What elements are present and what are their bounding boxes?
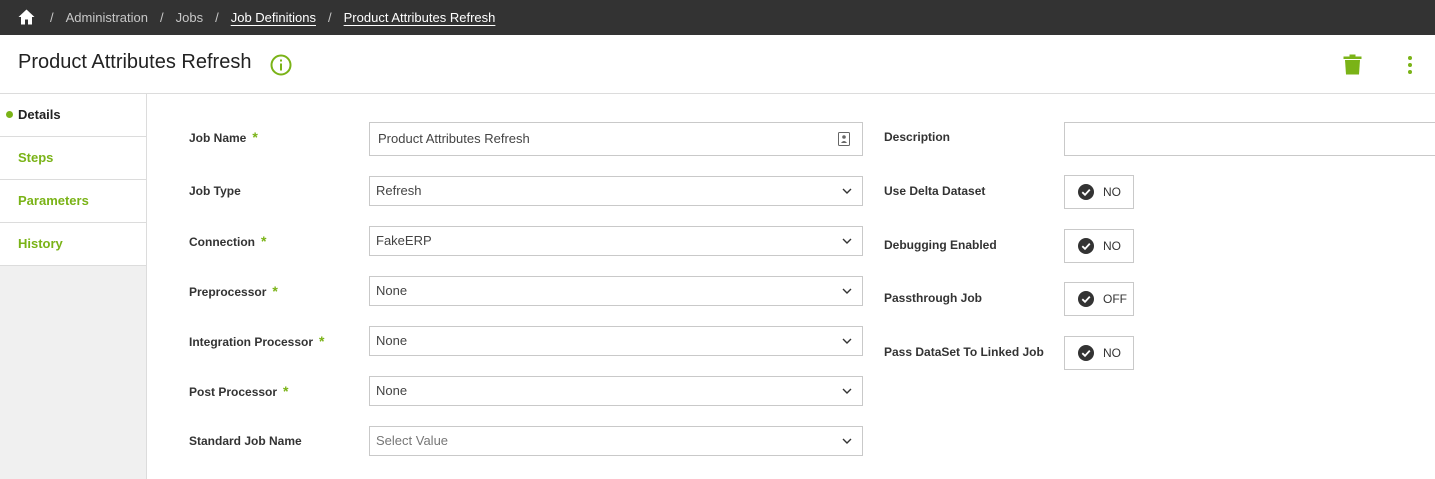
trash-icon[interactable] <box>1343 54 1362 75</box>
toggle-value: NO <box>1103 346 1121 360</box>
description-input[interactable] <box>1064 122 1435 156</box>
check-circle-icon <box>1078 291 1094 307</box>
info-icon[interactable] <box>270 54 292 76</box>
required-mark: * <box>261 233 267 249</box>
contact-card-icon[interactable] <box>838 132 850 146</box>
job-name-value: Product Attributes Refresh <box>378 131 530 146</box>
debugging-enabled-toggle[interactable]: NO <box>1064 229 1134 263</box>
chevron-down-icon <box>842 238 852 244</box>
toggle-value: OFF <box>1103 292 1127 306</box>
sidebar-item-label: Steps <box>18 150 54 165</box>
post-processor-select[interactable]: None <box>369 376 863 406</box>
connection-label: Connection * <box>189 233 266 249</box>
active-indicator-icon <box>6 111 13 118</box>
breadcrumb-separator: / <box>328 10 332 25</box>
required-mark: * <box>252 129 258 145</box>
preprocessor-label-text: Preprocessor <box>189 285 267 299</box>
standard-job-name-select[interactable]: Select Value <box>369 426 863 456</box>
chevron-down-icon <box>842 388 852 394</box>
job-name-label: Job Name * <box>189 129 258 145</box>
chevron-down-icon <box>842 188 852 194</box>
sidebar-item-parameters[interactable]: Parameters <box>0 180 146 223</box>
chevron-down-icon <box>842 438 852 444</box>
post-processor-value: None <box>376 383 408 398</box>
sidebar-item-label: History <box>18 236 63 251</box>
job-type-label-text: Job Type <box>189 184 241 198</box>
debugging-enabled-label: Debugging Enabled <box>884 238 997 252</box>
sidebar-item-label: Details <box>18 107 61 122</box>
sidebar-item-label: Parameters <box>18 193 89 208</box>
description-label: Description <box>884 130 951 144</box>
standard-job-name-label: Standard Job Name <box>189 434 302 448</box>
page-header: Product Attributes Refresh <box>0 35 1435 94</box>
more-vertical-icon[interactable] <box>1404 54 1416 76</box>
job-type-value: Refresh <box>376 183 422 198</box>
post-processor-label-text: Post Processor <box>189 385 278 399</box>
required-mark: * <box>319 333 325 349</box>
chevron-down-icon <box>842 338 852 344</box>
job-type-select[interactable]: Refresh <box>369 176 863 206</box>
post-processor-label: Post Processor * <box>189 383 289 399</box>
breadcrumb-separator: / <box>160 10 164 25</box>
connection-value: FakeERP <box>376 233 432 248</box>
passthrough-job-toggle[interactable]: OFF <box>1064 282 1134 316</box>
chevron-down-icon <box>842 288 852 294</box>
pass-dataset-label: Pass DataSet To Linked Job <box>884 345 1044 359</box>
page-title: Product Attributes Refresh <box>18 51 252 73</box>
breadcrumb: / Administration / Jobs / Job Definition… <box>50 0 507 35</box>
connection-label-text: Connection <box>189 235 255 249</box>
check-circle-icon <box>1078 345 1094 361</box>
check-circle-icon <box>1078 184 1094 200</box>
breadcrumb-current[interactable]: Product Attributes Refresh <box>344 10 496 25</box>
use-delta-dataset-label: Use Delta Dataset <box>884 184 986 198</box>
integration-processor-select[interactable]: None <box>369 326 863 356</box>
preprocessor-value: None <box>376 283 408 298</box>
breadcrumb-job-definitions[interactable]: Job Definitions <box>231 10 316 25</box>
breadcrumb-jobs[interactable]: Jobs <box>176 10 203 25</box>
sidebar-item-details[interactable]: Details <box>0 94 146 137</box>
home-icon[interactable] <box>18 9 35 25</box>
job-type-label: Job Type <box>189 184 241 198</box>
top-bar: / Administration / Jobs / Job Definition… <box>0 0 1435 35</box>
sidebar-item-history[interactable]: History <box>0 223 146 266</box>
sidebar: Details Steps Parameters History <box>0 94 147 479</box>
preprocessor-label: Preprocessor * <box>189 283 278 299</box>
use-delta-dataset-toggle[interactable]: NO <box>1064 175 1134 209</box>
job-name-label-text: Job Name <box>189 131 247 145</box>
check-circle-icon <box>1078 238 1094 254</box>
integration-processor-label-text: Integration Processor <box>189 335 314 349</box>
standard-job-name-placeholder: Select Value <box>376 433 449 448</box>
pass-dataset-toggle[interactable]: NO <box>1064 336 1134 370</box>
breadcrumb-administration[interactable]: Administration <box>66 10 148 25</box>
breadcrumb-separator: / <box>215 10 219 25</box>
connection-select[interactable]: FakeERP <box>369 226 863 256</box>
integration-processor-value: None <box>376 333 408 348</box>
required-mark: * <box>272 283 278 299</box>
integration-processor-label: Integration Processor * <box>189 333 324 349</box>
toggle-value: NO <box>1103 239 1121 253</box>
breadcrumb-separator: / <box>50 10 54 25</box>
preprocessor-select[interactable]: None <box>369 276 863 306</box>
sidebar-item-steps[interactable]: Steps <box>0 137 146 180</box>
required-mark: * <box>283 383 289 399</box>
job-name-input[interactable]: Product Attributes Refresh <box>369 122 863 156</box>
passthrough-job-label: Passthrough Job <box>884 291 983 305</box>
toggle-value: NO <box>1103 185 1121 199</box>
standard-job-name-label-text: Standard Job Name <box>189 434 302 448</box>
